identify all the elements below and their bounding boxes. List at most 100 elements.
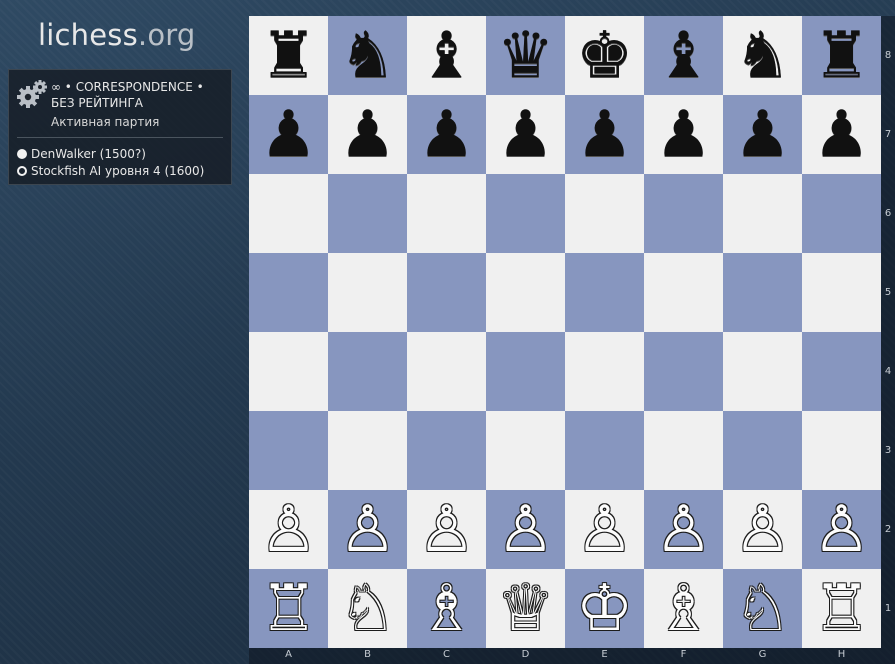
square-h6[interactable] (802, 174, 881, 253)
square-e2[interactable]: ♙ (565, 490, 644, 569)
square-b4[interactable] (328, 332, 407, 411)
black-piece[interactable]: ♟ (418, 103, 475, 167)
player-white[interactable]: DenWalker (1500?) (17, 147, 146, 161)
square-b8[interactable]: ♞ (328, 16, 407, 95)
square-c2[interactable]: ♙ (407, 490, 486, 569)
square-g1[interactable]: ♘ (723, 569, 802, 648)
square-f6[interactable] (644, 174, 723, 253)
white-piece[interactable]: ♙ (497, 498, 554, 562)
square-g2[interactable]: ♙ (723, 490, 802, 569)
black-piece[interactable]: ♚ (576, 24, 633, 88)
square-e8[interactable]: ♚ (565, 16, 644, 95)
white-piece[interactable]: ♙ (260, 498, 317, 562)
square-b6[interactable] (328, 174, 407, 253)
square-c3[interactable] (407, 411, 486, 490)
square-e7[interactable]: ♟ (565, 95, 644, 174)
lichess-logo-link[interactable]: lichess.org (38, 18, 196, 52)
square-d3[interactable] (486, 411, 565, 490)
square-e6[interactable] (565, 174, 644, 253)
square-f4[interactable] (644, 332, 723, 411)
square-f7[interactable]: ♟ (644, 95, 723, 174)
square-e5[interactable] (565, 253, 644, 332)
white-piece[interactable]: ♖ (813, 577, 870, 641)
square-e1[interactable]: ♔ (565, 569, 644, 648)
square-e3[interactable] (565, 411, 644, 490)
white-piece[interactable]: ♙ (813, 498, 870, 562)
player-black[interactable]: Stockfish AI уровня 4 (1600) (17, 164, 204, 178)
white-piece[interactable]: ♙ (734, 498, 791, 562)
square-d8[interactable]: ♛ (486, 16, 565, 95)
square-b5[interactable] (328, 253, 407, 332)
square-g7[interactable]: ♟ (723, 95, 802, 174)
square-c5[interactable] (407, 253, 486, 332)
square-g8[interactable]: ♞ (723, 16, 802, 95)
square-d2[interactable]: ♙ (486, 490, 565, 569)
square-h3[interactable] (802, 411, 881, 490)
black-piece[interactable]: ♝ (418, 24, 475, 88)
square-f3[interactable] (644, 411, 723, 490)
square-a7[interactable]: ♟ (249, 95, 328, 174)
black-piece[interactable]: ♜ (260, 24, 317, 88)
square-b1[interactable]: ♘ (328, 569, 407, 648)
square-g5[interactable] (723, 253, 802, 332)
square-d6[interactable] (486, 174, 565, 253)
square-d5[interactable] (486, 253, 565, 332)
square-d7[interactable]: ♟ (486, 95, 565, 174)
chess-board[interactable]: ♜ ♞ ♝ ♛ ♚ ♝ ♞ ♜ ♟ ♟ ♟ ♟ ♟ ♟ ♟ ♟ ♙ ♙ ♙ ♙ ♙ ♙ ♙ ♙ ♖ ♘ ♗ ♕ ♔ ♗ ♘ ♖ (249, 16, 881, 648)
square-h5[interactable] (802, 253, 881, 332)
white-piece[interactable]: ♖ (260, 577, 317, 641)
square-h2[interactable]: ♙ (802, 490, 881, 569)
square-b2[interactable]: ♙ (328, 490, 407, 569)
white-piece[interactable]: ♙ (576, 498, 633, 562)
square-f5[interactable] (644, 253, 723, 332)
white-piece[interactable]: ♙ (339, 498, 396, 562)
black-piece[interactable]: ♟ (497, 103, 554, 167)
square-c4[interactable] (407, 332, 486, 411)
white-piece[interactable]: ♗ (655, 577, 712, 641)
black-piece[interactable]: ♟ (339, 103, 396, 167)
black-piece[interactable]: ♟ (734, 103, 791, 167)
square-g4[interactable] (723, 332, 802, 411)
square-c6[interactable] (407, 174, 486, 253)
square-f1[interactable]: ♗ (644, 569, 723, 648)
white-piece[interactable]: ♘ (734, 577, 791, 641)
square-a4[interactable] (249, 332, 328, 411)
square-a1[interactable]: ♖ (249, 569, 328, 648)
square-a6[interactable] (249, 174, 328, 253)
square-c7[interactable]: ♟ (407, 95, 486, 174)
square-h8[interactable]: ♜ (802, 16, 881, 95)
white-piece[interactable]: ♗ (418, 577, 475, 641)
white-piece[interactable]: ♙ (655, 498, 712, 562)
black-piece[interactable]: ♟ (260, 103, 317, 167)
black-piece[interactable]: ♟ (813, 103, 870, 167)
square-a8[interactable]: ♜ (249, 16, 328, 95)
square-a5[interactable] (249, 253, 328, 332)
square-h4[interactable] (802, 332, 881, 411)
square-a3[interactable] (249, 411, 328, 490)
black-piece[interactable]: ♟ (576, 103, 633, 167)
square-d1[interactable]: ♕ (486, 569, 565, 648)
square-f8[interactable]: ♝ (644, 16, 723, 95)
black-piece[interactable]: ♞ (339, 24, 396, 88)
white-piece[interactable]: ♙ (418, 498, 475, 562)
square-c1[interactable]: ♗ (407, 569, 486, 648)
white-piece[interactable]: ♔ (576, 577, 633, 641)
square-g3[interactable] (723, 411, 802, 490)
square-g6[interactable] (723, 174, 802, 253)
square-e4[interactable] (565, 332, 644, 411)
square-a2[interactable]: ♙ (249, 490, 328, 569)
square-d4[interactable] (486, 332, 565, 411)
black-piece[interactable]: ♟ (655, 103, 712, 167)
square-h7[interactable]: ♟ (802, 95, 881, 174)
square-f2[interactable]: ♙ (644, 490, 723, 569)
white-piece[interactable]: ♘ (339, 577, 396, 641)
square-b3[interactable] (328, 411, 407, 490)
black-piece[interactable]: ♞ (734, 24, 791, 88)
square-b7[interactable]: ♟ (328, 95, 407, 174)
square-h1[interactable]: ♖ (802, 569, 881, 648)
black-piece[interactable]: ♛ (497, 24, 554, 88)
black-piece[interactable]: ♜ (813, 24, 870, 88)
square-c8[interactable]: ♝ (407, 16, 486, 95)
white-piece[interactable]: ♕ (497, 577, 554, 641)
black-piece[interactable]: ♝ (655, 24, 712, 88)
